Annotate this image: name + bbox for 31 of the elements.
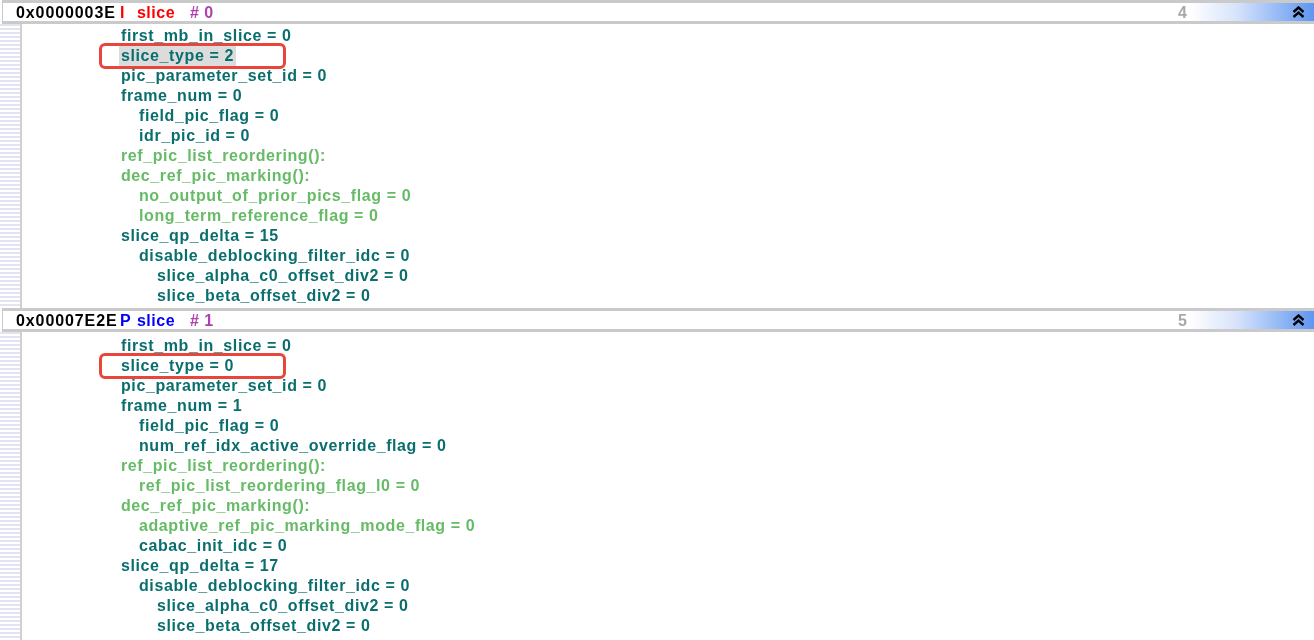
slice-index: # 0 xyxy=(190,3,214,21)
slice-type: P slice xyxy=(120,311,177,329)
syntax-element[interactable]: cabac_init_idc = 0 xyxy=(137,536,290,556)
slice-offset: 0x00007E2E xyxy=(15,311,119,329)
slice-index: # 1 xyxy=(190,311,214,329)
slice-counter: 5 xyxy=(1178,311,1188,329)
syntax-element[interactable]: slice_alpha_c0_offset_div2 = 0 xyxy=(155,596,411,616)
syntax-element[interactable]: field_pic_flag = 0 xyxy=(137,106,282,126)
syntax-element[interactable]: slice_qp_delta = 17 xyxy=(119,556,281,576)
collapse-icon xyxy=(1292,314,1305,326)
syntax-element[interactable]: disable_deblocking_filter_idc = 0 xyxy=(137,576,412,596)
syntax-element[interactable]: field_pic_flag = 0 xyxy=(137,416,282,436)
syntax-element[interactable]: first_mb_in_slice = 0 xyxy=(119,336,294,356)
syntax-element[interactable]: slice_qp_delta = 15 xyxy=(119,226,281,246)
collapse-icon xyxy=(1292,6,1305,18)
syntax-element[interactable]: frame_num = 1 xyxy=(119,396,245,416)
syntax-element[interactable]: first_mb_in_slice = 0 xyxy=(119,26,294,46)
syntax-element[interactable]: slice_type = 2 xyxy=(119,46,236,66)
slice-counter: 4 xyxy=(1178,3,1188,21)
syntax-element[interactable]: idr_pic_id = 0 xyxy=(137,126,253,146)
syntax-element[interactable]: num_ref_idx_active_override_flag = 0 xyxy=(137,436,449,456)
syntax-element[interactable]: slice_beta_offset_div2 = 0 xyxy=(155,286,373,306)
syntax-element[interactable]: pic_parameter_set_id = 0 xyxy=(119,376,330,396)
syntax-element[interactable]: disable_deblocking_filter_idc = 0 xyxy=(137,246,412,266)
syntax-element[interactable]: slice_alpha_c0_offset_div2 = 0 xyxy=(155,266,411,286)
syntax-element[interactable]: slice_beta_offset_div2 = 0 xyxy=(155,616,373,636)
syntax-element[interactable]: frame_num = 0 xyxy=(119,86,245,106)
syntax-element[interactable]: slice_type = 0 xyxy=(119,356,236,376)
syntax-element[interactable]: pic_parameter_set_id = 0 xyxy=(119,66,330,86)
slice-type: I slice xyxy=(120,3,177,21)
slice-offset: 0x0000003E xyxy=(15,3,117,21)
